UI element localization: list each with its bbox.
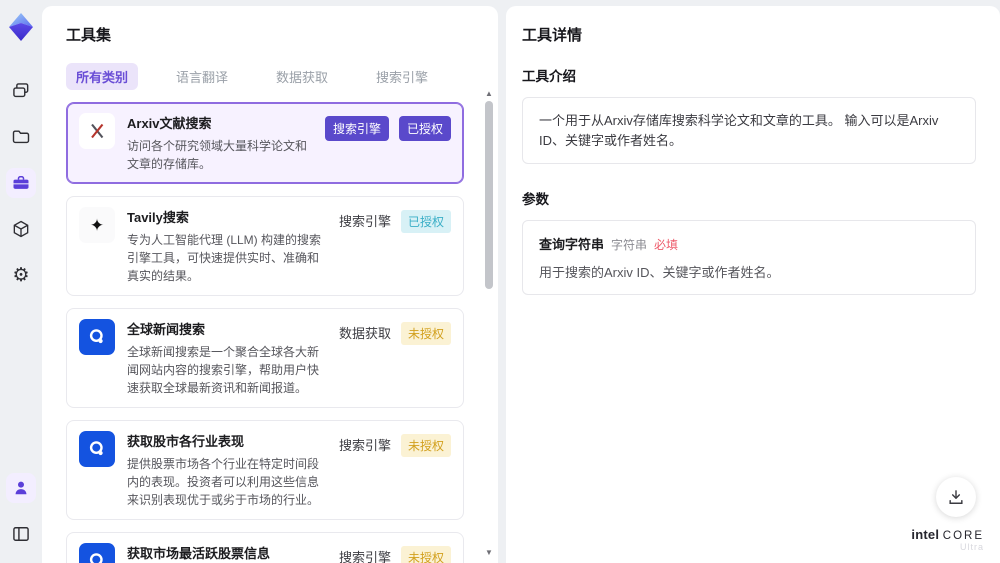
tab-search-engine[interactable]: 搜索引擎 <box>366 63 438 90</box>
intel-core-logo: intel CORE Ultra <box>911 528 984 553</box>
params-heading: 参数 <box>522 192 549 207</box>
sidebar-item-account[interactable] <box>6 473 36 503</box>
parameter-header: 查询字符串 字符串 必填 <box>539 234 959 253</box>
parameter-name: 查询字符串 <box>539 237 605 252</box>
status-badge: 未授权 <box>400 434 451 457</box>
active-stocks-icon <box>79 543 115 563</box>
sidebar-item-chat[interactable] <box>6 76 36 106</box>
tool-info: 获取股市各行业表现 提供股票市场各个行业在特定时间段内的表现。投资者可以利用这些… <box>127 431 327 509</box>
tool-side: 搜索引擎 未授权 <box>339 431 451 509</box>
category-tabs: 所有类别 语言翻译 数据获取 搜索引擎 <box>66 63 476 90</box>
status-badge: 未授权 <box>400 322 451 345</box>
tools-panel: 工具集 所有类别 语言翻译 数据获取 搜索引擎 Arxiv文献搜索 访问各个研究… <box>42 6 498 563</box>
brand-core-text: CORE <box>942 530 984 543</box>
arxiv-x-icon <box>79 113 115 149</box>
tool-name: 获取市场最活跃股票信息 <box>127 546 271 561</box>
sidebar-item-settings[interactable]: ⚙ <box>6 260 36 290</box>
app-window: ⚙ 工具集 所有类别 语言翻译 数据获取 搜索引擎 Arxiv文献搜索 访问各个… <box>0 0 1000 563</box>
tool-side: 搜索引擎 已授权 <box>324 113 451 173</box>
cube-icon <box>13 220 29 238</box>
tool-name: 全球新闻搜索 <box>127 322 206 337</box>
sidebar-item-collapse-panel[interactable] <box>6 519 36 549</box>
stock-sector-icon <box>79 431 115 467</box>
status-badge: 已授权 <box>400 210 451 233</box>
icon-rail: ⚙ <box>0 0 42 563</box>
category-label: 数据获取 <box>338 326 391 341</box>
parameter-required-flag: 必填 <box>654 238 679 252</box>
side-panel-icon <box>13 527 29 541</box>
tool-card-tavily[interactable]: ✦ Tavily搜索 专为人工智能代理 (LLM) 构建的搜索引擎工具，可快速提… <box>66 196 464 296</box>
tool-side: 搜索引擎 未授权 <box>339 543 451 563</box>
intro-heading: 工具介绍 <box>522 69 576 84</box>
tool-name: Tavily搜索 <box>127 210 189 225</box>
category-label: 搜索引擎 <box>338 214 391 229</box>
tool-info: Arxiv文献搜索 访问各个研究领域大量科学论文和文章的存储库。 <box>127 113 313 173</box>
tool-side: 数据获取 未授权 <box>339 319 451 397</box>
scroll-down-icon[interactable]: ▼ <box>485 549 493 557</box>
briefcase-icon <box>13 176 29 189</box>
scroll-up-icon[interactable]: ▲ <box>485 90 493 98</box>
folder-icon <box>12 130 30 144</box>
tool-detail-panel: 工具详情 工具介绍 一个用于从Arxiv存储库搜索科学论文和文章的工具。 输入可… <box>506 6 1000 563</box>
tool-side: 搜索引擎 已授权 <box>339 207 451 285</box>
brand-intel-text: intel <box>911 527 940 543</box>
sidebar-item-files[interactable] <box>6 122 36 152</box>
tool-list: Arxiv文献搜索 访问各个研究领域大量科学论文和文章的存储库。 搜索引擎 已授… <box>66 102 476 563</box>
tool-card-arxiv[interactable]: Arxiv文献搜索 访问各个研究领域大量科学论文和文章的存储库。 搜索引擎 已授… <box>66 102 464 184</box>
chat-icon <box>13 83 29 98</box>
page-title: 工具集 <box>66 27 112 44</box>
tool-description: 全球新闻搜索是一个聚合全球各大新闻网站内容的搜索引擎，帮助用户快速获取全球最新资… <box>127 345 320 395</box>
tool-description: 提供股票市场各个行业在特定时间段内的表现。投资者可以利用这些信息来识别表现优于或… <box>127 457 320 507</box>
tab-all-categories[interactable]: 所有类别 <box>66 63 139 90</box>
app-logo-icon <box>9 13 33 41</box>
download-icon <box>949 490 963 504</box>
sidebar-item-tools[interactable] <box>6 168 36 198</box>
tool-info: 获取市场最活跃股票信息 提供当天交易量最高的股票列表，投资者可以利用这些信息来识… <box>127 543 327 563</box>
tool-name: 获取股市各行业表现 <box>127 434 245 449</box>
status-badge: 未授权 <box>400 546 451 563</box>
tool-info: 全球新闻搜索 全球新闻搜索是一个聚合全球各大新闻网站内容的搜索引擎，帮助用户快速… <box>127 319 327 397</box>
tool-card-active-stocks[interactable]: 获取市场最活跃股票信息 提供当天交易量最高的股票列表，投资者可以利用这些信息来识… <box>66 532 464 563</box>
detail-title: 工具详情 <box>522 27 583 44</box>
gear-icon: ⚙ <box>12 264 30 286</box>
content-area: 工具集 所有类别 语言翻译 数据获取 搜索引擎 Arxiv文献搜索 访问各个研究… <box>42 0 1000 563</box>
list-scrollbar[interactable]: ▲ ▼ <box>483 90 495 557</box>
tab-language-translation[interactable]: 语言翻译 <box>166 63 238 90</box>
sidebar-item-models[interactable] <box>6 214 36 244</box>
tool-name: Arxiv文献搜索 <box>127 116 212 131</box>
tool-description: 专为人工智能代理 (LLM) 构建的搜索引擎工具，可快速提供实时、准确和真实的结… <box>127 233 322 283</box>
user-icon <box>15 481 27 495</box>
category-badge-button[interactable]: 搜索引擎 <box>324 116 389 141</box>
parameter-description: 用于搜索的Arxiv ID、关键字或作者姓名。 <box>539 265 780 280</box>
tool-description: 访问各个研究领域大量科学论文和文章的存储库。 <box>127 139 308 171</box>
scrollbar-thumb[interactable] <box>485 101 493 289</box>
authorized-badge-button[interactable]: 已授权 <box>398 116 451 141</box>
download-button[interactable] <box>936 477 976 517</box>
tool-card-global-news[interactable]: 全球新闻搜索 全球新闻搜索是一个聚合全球各大新闻网站内容的搜索引擎，帮助用户快速… <box>66 308 464 408</box>
brand-sub-text: Ultra <box>959 542 984 553</box>
tab-data-fetch[interactable]: 数据获取 <box>266 63 338 90</box>
scrollbar-track[interactable] <box>485 98 493 549</box>
tavily-star-icon: ✦ <box>79 207 115 243</box>
category-label: 搜索引擎 <box>338 438 391 453</box>
parameter-box: 查询字符串 字符串 必填 用于搜索的Arxiv ID、关键字或作者姓名。 <box>522 220 976 295</box>
tool-info: Tavily搜索 专为人工智能代理 (LLM) 构建的搜索引擎工具，可快速提供实… <box>127 207 327 285</box>
parameter-type: 字符串 <box>611 238 648 252</box>
tool-card-stock-sectors[interactable]: 获取股市各行业表现 提供股票市场各个行业在特定时间段内的表现。投资者可以利用这些… <box>66 420 464 520</box>
category-label: 搜索引擎 <box>338 550 391 563</box>
global-news-icon <box>79 319 115 355</box>
tool-intro-box: 一个用于从Arxiv存储库搜索科学论文和文章的工具。 输入可以是Arxiv ID… <box>522 97 976 164</box>
